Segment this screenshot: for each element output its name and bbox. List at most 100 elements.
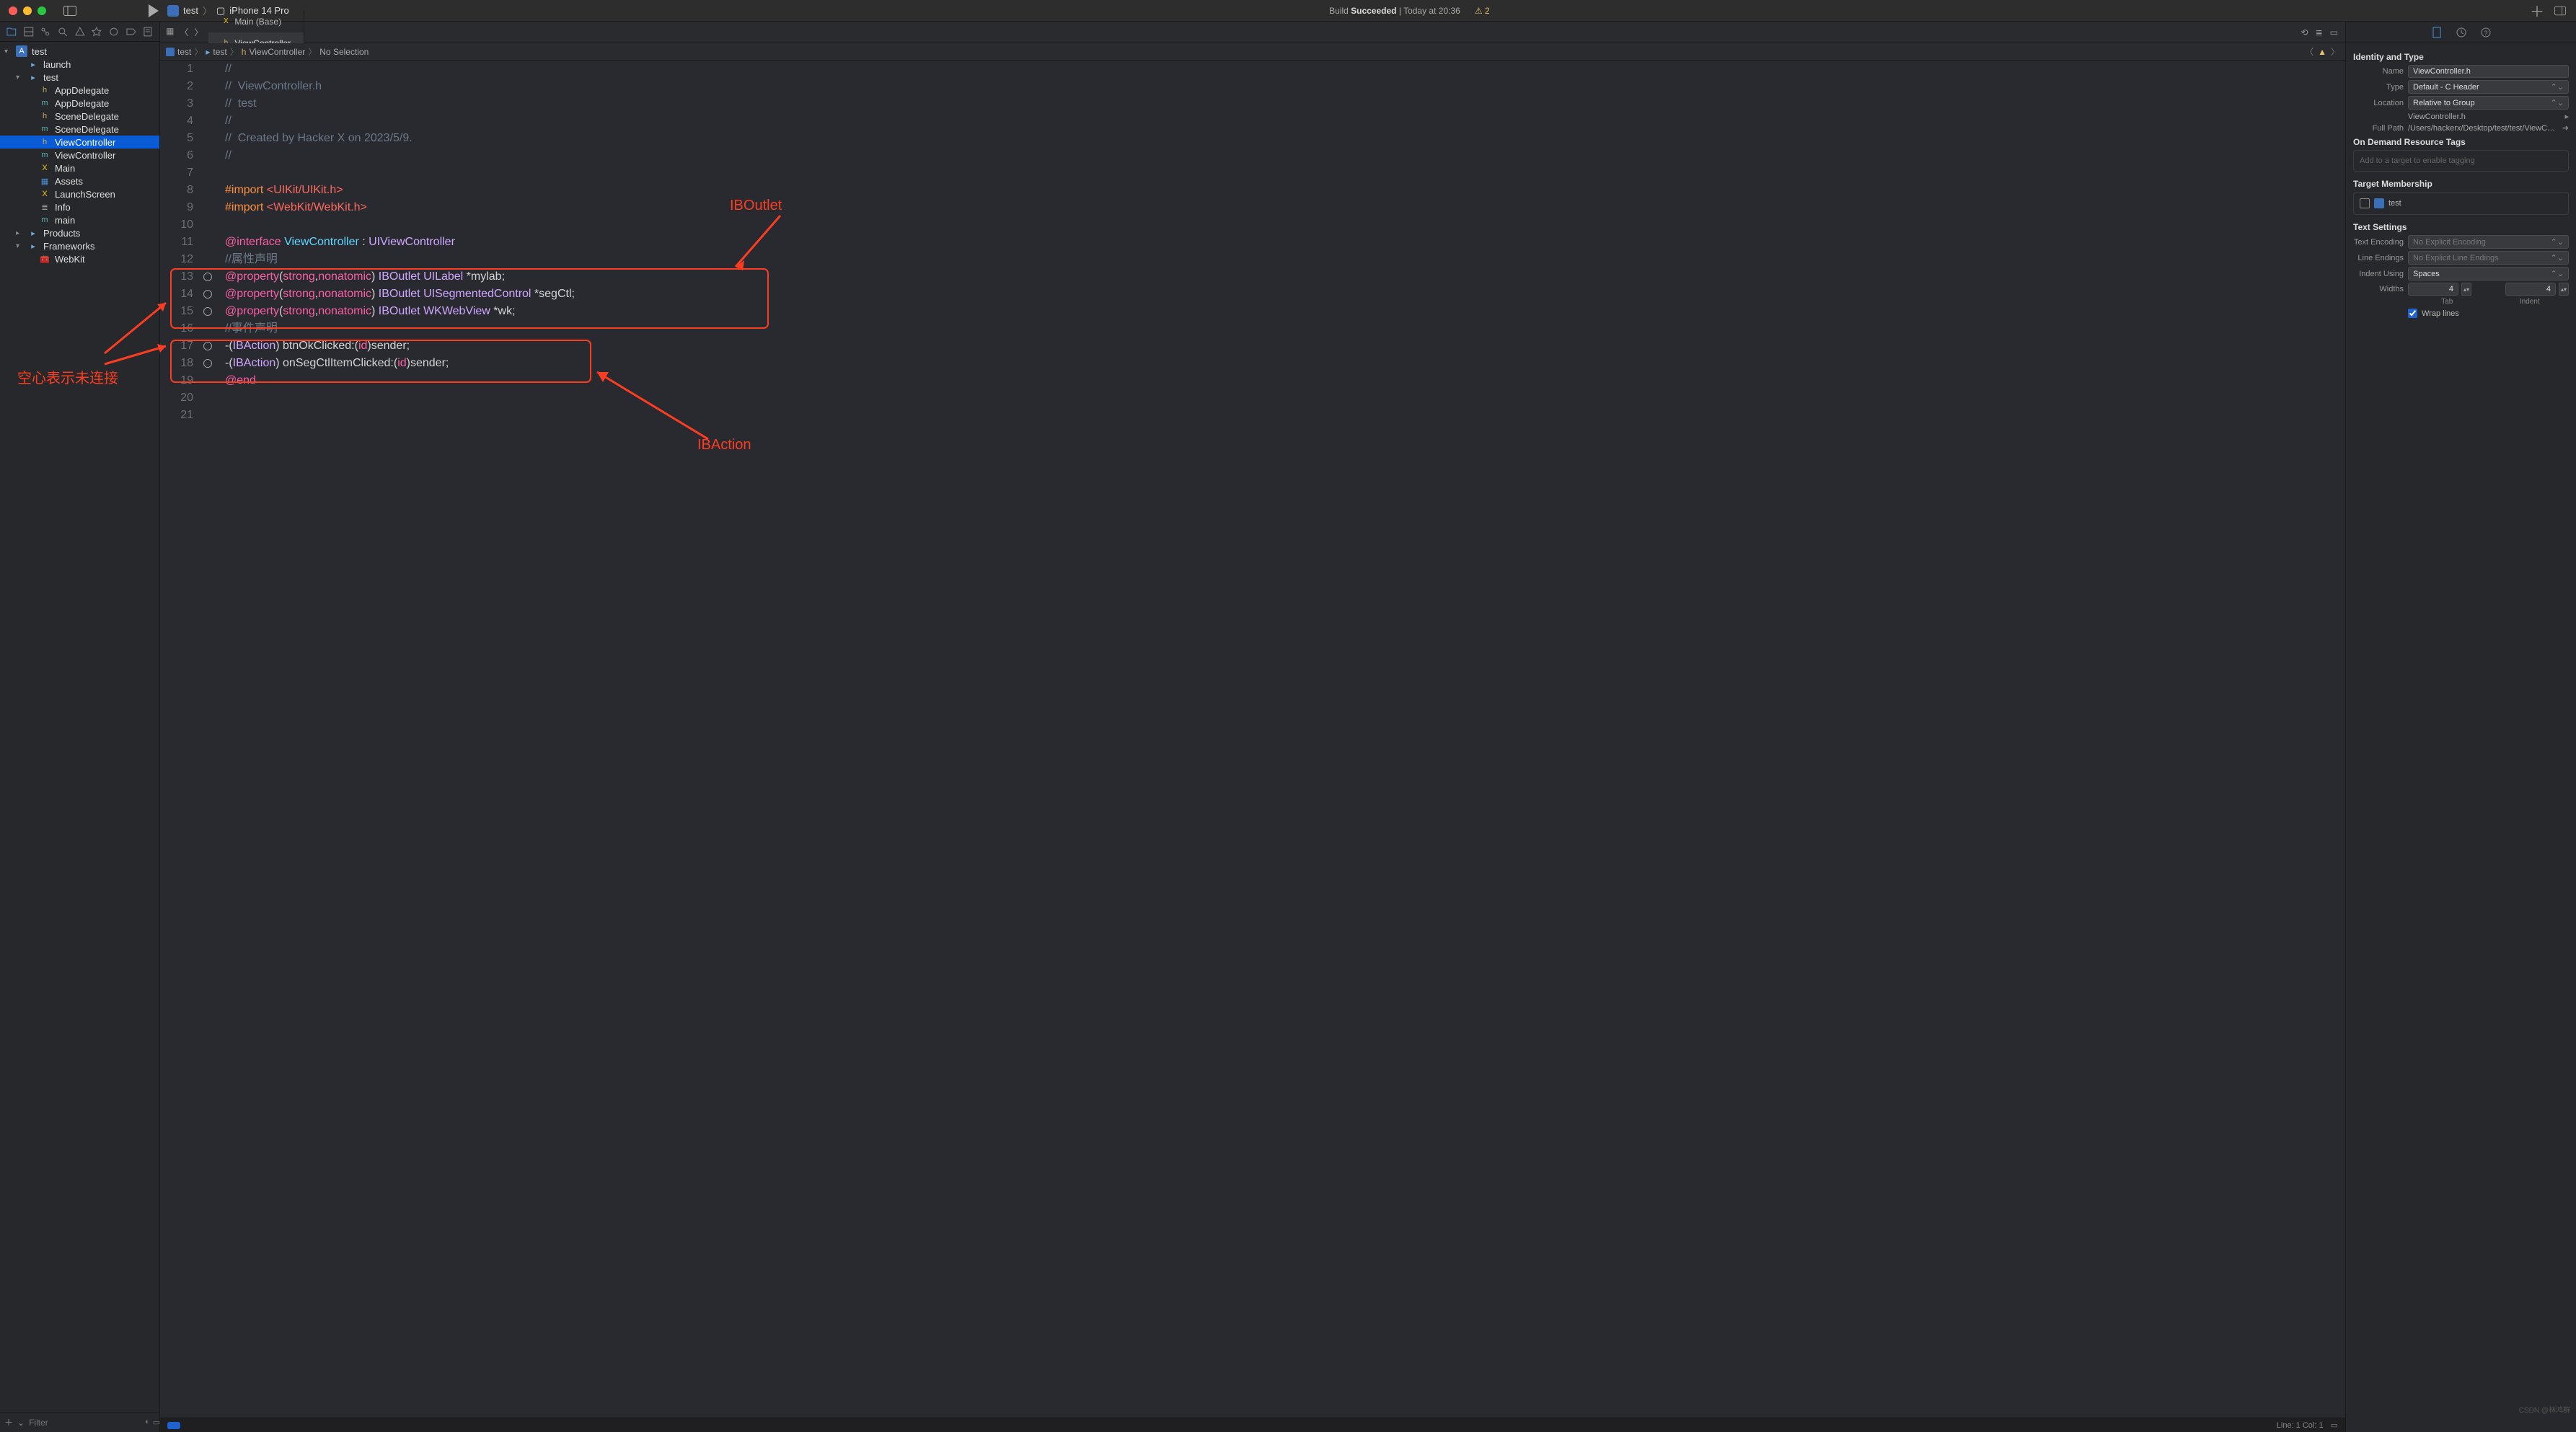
- tree-item-main[interactable]: XMain: [0, 162, 159, 174]
- debug-navigator-tab[interactable]: [108, 26, 120, 37]
- tree-item-appdelegate[interactable]: mAppDelegate: [0, 97, 159, 110]
- symbol-navigator-tab[interactable]: [40, 26, 51, 37]
- zoom-window-button[interactable]: [38, 6, 46, 15]
- tree-item-appdelegate[interactable]: hAppDelegate: [0, 84, 159, 97]
- toggle-navigator-icon[interactable]: [63, 6, 76, 16]
- tree-item-assets[interactable]: ▦Assets: [0, 174, 159, 187]
- recent-filter-icon[interactable]: ◐: [145, 1418, 150, 1427]
- jump-next-icon[interactable]: 〉: [2331, 45, 2339, 58]
- lineend-label: Line Endings: [2353, 254, 2404, 262]
- target-checkbox[interactable]: [2360, 198, 2370, 208]
- textsettings-section-title: Text Settings: [2353, 222, 2569, 232]
- go-forward-button[interactable]: 〉: [194, 26, 203, 38]
- tree-item-viewcontroller[interactable]: mViewController: [0, 149, 159, 162]
- reveal-in-finder-icon[interactable]: ➜: [2562, 123, 2569, 133]
- source-editor[interactable]: 1//2// ViewController.h3// test4//5// Cr…: [160, 61, 575, 424]
- window-titlebar: test 〉 ▢ iPhone 14 Pro Build Succeeded |…: [0, 0, 2576, 22]
- tree-item-info[interactable]: ≣Info: [0, 200, 159, 213]
- project-navigator-tab[interactable]: [6, 26, 17, 37]
- tree-item-frameworks[interactable]: ▾▸Frameworks: [0, 239, 159, 252]
- issue-navigator-tab[interactable]: [74, 26, 86, 37]
- tree-item-scenedelegate[interactable]: hSceneDelegate: [0, 110, 159, 123]
- project-tree[interactable]: ▾Atest▸launch▾▸testhAppDelegatemAppDeleg…: [0, 42, 159, 1412]
- tree-item-viewcontroller[interactable]: hViewController: [0, 136, 159, 149]
- refresh-icon[interactable]: ⟲: [2301, 27, 2308, 37]
- tree-item-products[interactable]: ▸▸Products: [0, 226, 159, 239]
- related-items-icon[interactable]: ▦: [166, 26, 174, 38]
- tree-item-scenedelegate[interactable]: mSceneDelegate: [0, 123, 159, 136]
- connection-indicator[interactable]: [203, 290, 212, 299]
- navigator-panel: ▾Atest▸launch▾▸testhAppDelegatemAppDeleg…: [0, 22, 160, 1432]
- toggle-inspector-icon[interactable]: [2554, 5, 2566, 17]
- editor-status-bar: Line: 1 Col: 1 ▭: [160, 1418, 2345, 1432]
- go-back-button[interactable]: 〈: [180, 26, 188, 38]
- textenc-select[interactable]: No Explicit Encoding⌃⌄: [2408, 235, 2569, 249]
- file-inspector-tab[interactable]: [2431, 27, 2443, 38]
- app-icon: [167, 5, 179, 17]
- add-files-button[interactable]: ＋: [4, 1416, 13, 1428]
- fullpath-value: /Users/hackerx/Desktop/test/test/ViewCon…: [2408, 124, 2558, 133]
- tree-item-launch[interactable]: ▸launch: [0, 58, 159, 71]
- target-name: test: [2388, 199, 2401, 208]
- jump-seg-3[interactable]: No Selection: [319, 47, 369, 57]
- indent-width-stepper[interactable]: ▴▾: [2559, 283, 2569, 296]
- jump-h-icon: h: [242, 47, 247, 57]
- connection-indicator[interactable]: [203, 342, 212, 350]
- jump-seg-0[interactable]: test: [177, 47, 191, 57]
- debug-area-toggle[interactable]: [167, 1422, 180, 1429]
- textenc-label: Text Encoding: [2353, 238, 2404, 247]
- name-field[interactable]: ViewController.h: [2408, 65, 2569, 78]
- tab-width-stepper[interactable]: ▴▾: [2461, 283, 2471, 296]
- connection-indicator[interactable]: [203, 359, 212, 368]
- jump-seg-2[interactable]: ViewController: [249, 47, 305, 57]
- close-window-button[interactable]: [9, 6, 17, 15]
- source-control-tab[interactable]: [23, 26, 35, 37]
- connection-indicator[interactable]: [203, 273, 212, 281]
- tree-root[interactable]: ▾Atest: [0, 45, 159, 58]
- help-inspector-tab[interactable]: ?: [2480, 27, 2492, 38]
- tab-width-field[interactable]: 4: [2408, 283, 2458, 296]
- location-select[interactable]: Relative to Group⌃⌄: [2408, 96, 2569, 110]
- widths-label: Widths: [2353, 285, 2404, 293]
- jump-issue-icon[interactable]: ▲: [2318, 47, 2326, 57]
- editor-tab-main-base-[interactable]: XMain (Base): [208, 11, 304, 32]
- test-navigator-tab[interactable]: [91, 26, 102, 37]
- navigator-tabs: [0, 22, 159, 42]
- annotation-unconnected-label: 空心表示未连接: [17, 366, 118, 387]
- build-status: Build Succeeded | Today at 20:36: [1329, 6, 1460, 16]
- type-select[interactable]: Default - C Header⌃⌄: [2408, 80, 2569, 94]
- warning-badge[interactable]: ⚠ 2: [1475, 6, 1490, 16]
- scm-filter-icon[interactable]: ▭: [153, 1418, 160, 1427]
- tab-caption: Tab: [2408, 298, 2487, 306]
- lineend-select[interactable]: No Explicit Line Endings⌃⌄: [2408, 251, 2569, 265]
- filter-input[interactable]: [29, 1418, 141, 1428]
- minimap-toggle-icon[interactable]: ▭: [2331, 1420, 2338, 1430]
- ondemand-section-title: On Demand Resource Tags: [2353, 137, 2569, 147]
- tree-item-launchscreen[interactable]: XLaunchScreen: [0, 187, 159, 200]
- choose-location-icon[interactable]: ▸: [2564, 112, 2569, 121]
- find-navigator-tab[interactable]: [57, 26, 69, 37]
- breakpoint-navigator-tab[interactable]: [125, 26, 137, 37]
- tree-item-test[interactable]: ▾▸test: [0, 71, 159, 84]
- location-file: ViewController.h: [2408, 112, 2560, 121]
- tree-item-main[interactable]: mmain: [0, 213, 159, 226]
- report-navigator-tab[interactable]: [142, 26, 154, 37]
- membership-section-title: Target Membership: [2353, 179, 2569, 189]
- wrap-lines-checkbox[interactable]: [2408, 309, 2417, 318]
- indent-width-field[interactable]: 4: [2505, 283, 2556, 296]
- indent-select[interactable]: Spaces⌃⌄: [2408, 267, 2569, 280]
- jump-bar[interactable]: test〉 ▸ test〉 h ViewController〉 No Selec…: [160, 43, 2345, 61]
- jump-seg-1[interactable]: test: [213, 47, 226, 57]
- wrap-lines-label: Wrap lines: [2422, 309, 2459, 318]
- history-inspector-tab[interactable]: [2456, 27, 2467, 38]
- editor-options-icon[interactable]: ≣: [2316, 27, 2323, 37]
- minimize-window-button[interactable]: [23, 6, 32, 15]
- add-tab-button[interactable]: ＋: [2530, 0, 2544, 21]
- jump-prev-icon[interactable]: 〈: [2305, 45, 2313, 58]
- ondemand-tags-box: Add to a target to enable tagging: [2353, 150, 2569, 172]
- filter-icon: ⌄: [17, 1418, 25, 1428]
- connection-indicator[interactable]: [203, 307, 212, 316]
- tree-item-webkit[interactable]: 🧰WebKit: [0, 252, 159, 265]
- add-editor-icon[interactable]: ▭: [2330, 27, 2338, 37]
- run-button[interactable]: [149, 4, 159, 17]
